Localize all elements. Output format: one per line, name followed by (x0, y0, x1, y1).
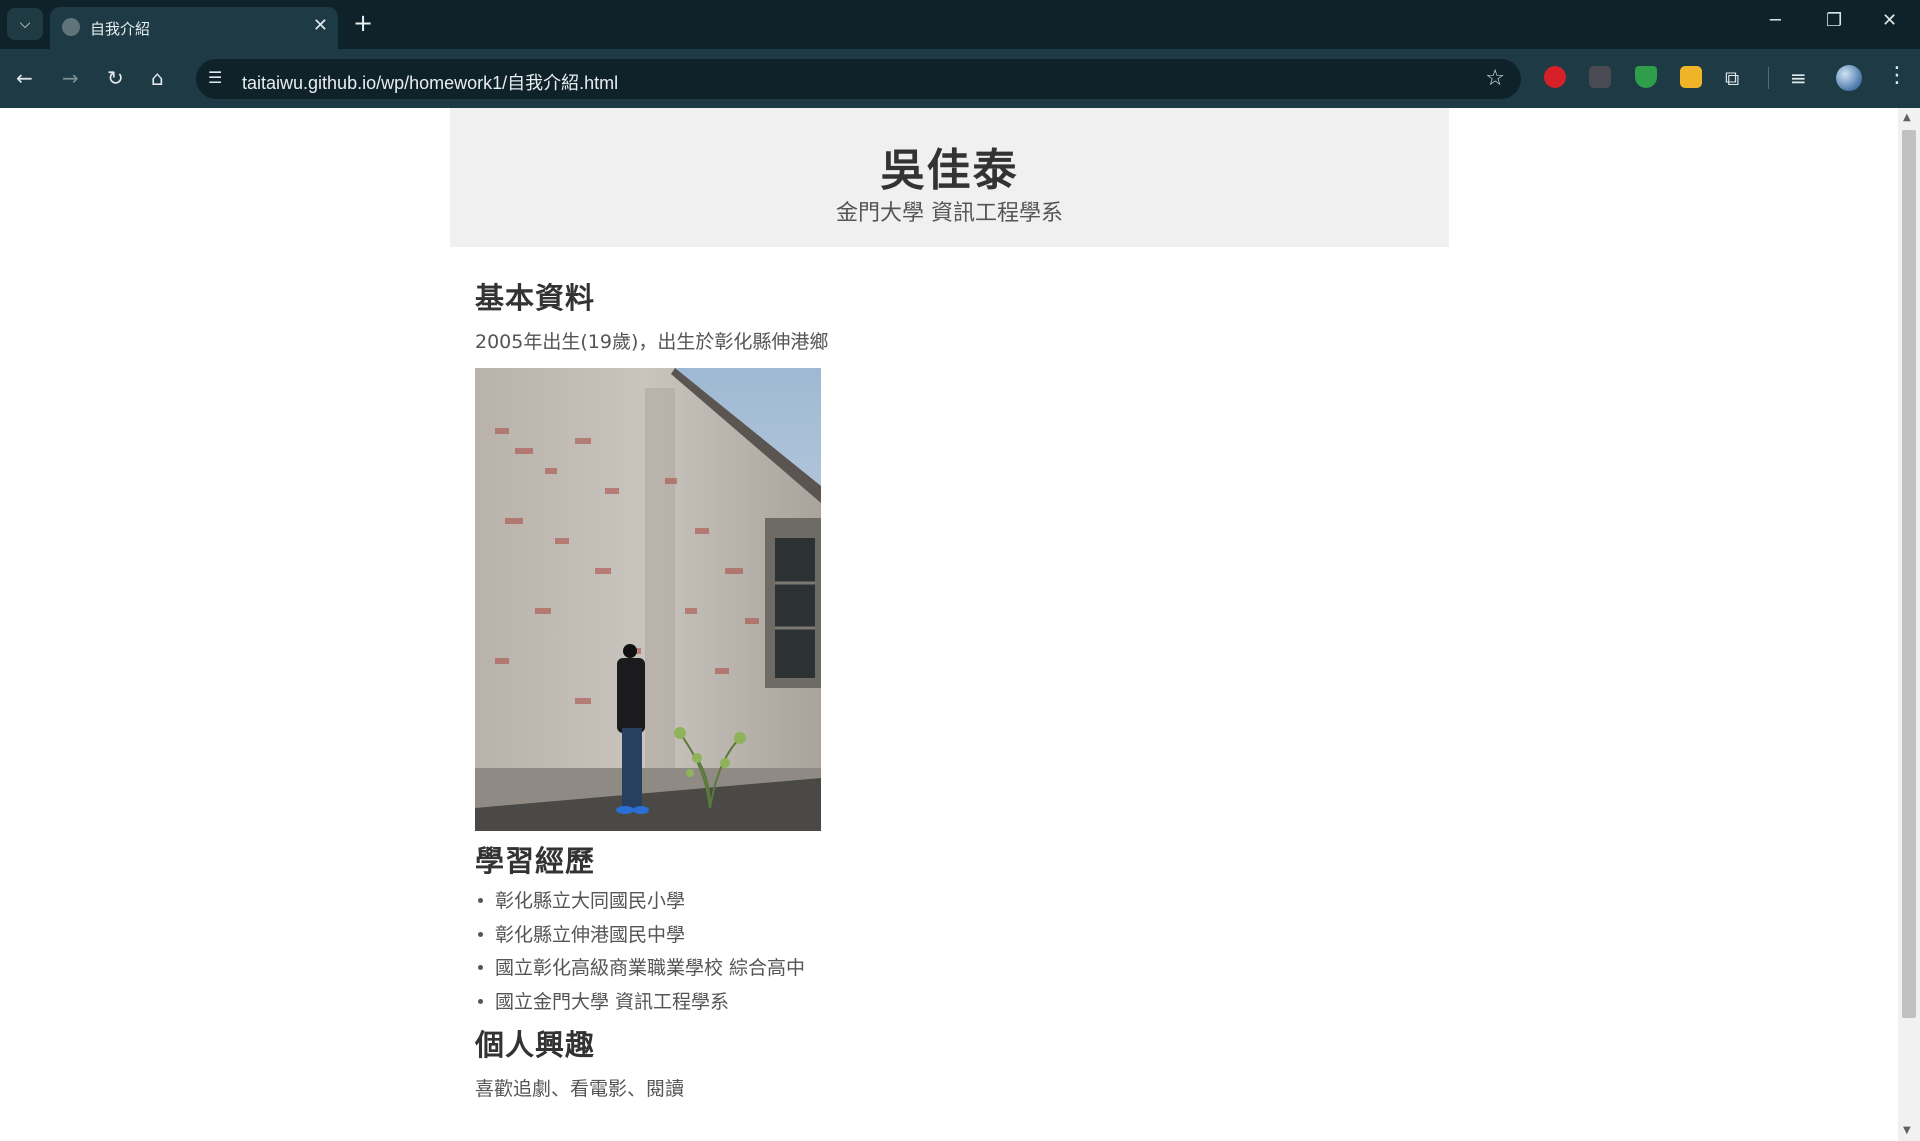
section-title-basic: 基本資料 (475, 281, 596, 315)
window-close-icon[interactable]: ✕ (1882, 10, 1897, 31)
tab-strip: ⌵ 自我介紹 ✕ + ─ ❐ ✕ (0, 0, 1920, 49)
education-item: 國立金門大學 資訊工程學系 (475, 987, 805, 1021)
active-tab[interactable]: 自我介紹 ✕ (50, 7, 338, 49)
page-title: 吳佳泰 (880, 145, 1019, 196)
back-icon[interactable]: ← (16, 66, 33, 90)
education-item: 國立彰化高級商業職業學校 綜合高中 (475, 953, 805, 987)
basic-info-text: 2005年出生(19歲)，出生於彰化縣伸港鄉 (475, 331, 829, 353)
interests-text: 喜歡追劇、看電影、閱讀 (475, 1078, 685, 1100)
page-subtitle: 金門大學 資訊工程學系 (836, 201, 1063, 226)
forward-icon[interactable]: → (62, 66, 79, 90)
new-tab-button[interactable]: + (353, 9, 373, 37)
adblock-extension-icon[interactable] (1544, 66, 1566, 88)
education-item: 彰化縣立大同國民小學 (475, 886, 805, 920)
bookmark-star-icon[interactable]: ☆ (1485, 66, 1505, 91)
ticket-extension-icon[interactable] (1680, 66, 1702, 88)
shield-extension-icon[interactable] (1635, 66, 1657, 88)
scroll-thumb[interactable] (1902, 130, 1916, 1018)
menu-dots-icon[interactable]: ⋮ (1886, 63, 1908, 88)
tab-search-button[interactable]: ⌵ (7, 8, 43, 40)
home-icon[interactable]: ⌂ (151, 66, 164, 90)
restore-icon[interactable]: ❐ (1826, 10, 1842, 31)
media-control-icon[interactable]: ≡ (1790, 66, 1807, 90)
chevron-down-icon: ⌵ (19, 16, 31, 32)
browser-toolbar: ← → ↻ ⌂ ☰ taitaiwu.github.io/wp/homework… (0, 49, 1920, 108)
education-list: 彰化縣立大同國民小學 彰化縣立伸港國民中學 國立彰化高級商業職業學校 綜合高中 … (475, 886, 805, 1020)
page-header: 吳佳泰 金門大學 資訊工程學系 (450, 108, 1449, 247)
page-viewport: 吳佳泰 金門大學 資訊工程學系 基本資料 2005年出生(19歲)，出生於彰化縣… (0, 108, 1898, 1141)
tab-close-icon[interactable]: ✕ (313, 15, 328, 36)
globe-icon (62, 18, 80, 36)
reload-icon[interactable]: ↻ (107, 66, 124, 90)
scroll-up-icon[interactable]: ▲ (1903, 112, 1911, 123)
education-item: 彰化縣立伸港國民中學 (475, 920, 805, 954)
toolbar-divider (1768, 67, 1769, 89)
address-bar[interactable]: ☰ taitaiwu.github.io/wp/homework1/自我介紹.h… (196, 59, 1521, 99)
minimize-icon[interactable]: ─ (1770, 10, 1781, 31)
section-title-education: 學習經歷 (475, 844, 596, 878)
section-title-interests: 個人興趣 (475, 1028, 596, 1062)
tab-title: 自我介紹 (90, 20, 151, 38)
url-text[interactable]: taitaiwu.github.io/wp/homework1/自我介紹.htm… (242, 69, 618, 95)
extension-icon[interactable] (1589, 66, 1611, 88)
scroll-down-icon[interactable]: ▼ (1903, 1125, 1911, 1136)
site-settings-icon[interactable]: ☰ (208, 68, 222, 87)
extensions-puzzle-icon[interactable]: ⧉ (1725, 66, 1739, 90)
profile-photo (475, 368, 821, 831)
vertical-scrollbar[interactable]: ▲ ▼ (1898, 108, 1920, 1141)
profile-avatar-icon[interactable] (1836, 65, 1862, 91)
